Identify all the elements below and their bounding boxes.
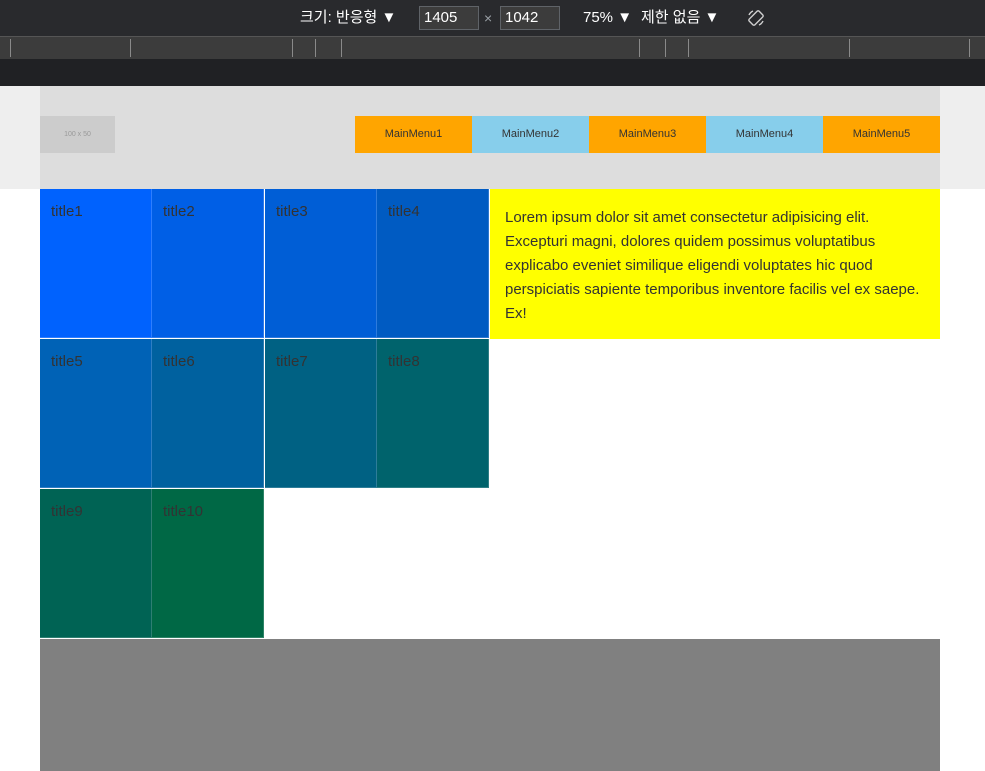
height-input[interactable] bbox=[500, 6, 560, 30]
tile[interactable]: title3 bbox=[265, 189, 377, 338]
main-menu: MainMenu1 MainMenu2 MainMenu3 MainMenu4 … bbox=[355, 116, 940, 153]
tile[interactable]: title9 bbox=[40, 489, 152, 638]
times-separator: × bbox=[484, 10, 493, 26]
menu-item[interactable]: MainMenu4 bbox=[706, 116, 823, 153]
tile[interactable]: title4 bbox=[377, 189, 489, 338]
throttle-dropdown[interactable]: 제한 없음 ▼ bbox=[641, 0, 719, 36]
menu-item[interactable]: MainMenu2 bbox=[472, 116, 589, 153]
menu-item[interactable]: MainMenu5 bbox=[823, 116, 940, 153]
site-footer bbox=[40, 639, 940, 771]
content-text-box: Lorem ipsum dolor sit amet consectetur a… bbox=[490, 189, 940, 339]
tile[interactable]: title7 bbox=[265, 339, 377, 488]
ruler-band bbox=[0, 59, 985, 86]
menu-item[interactable]: MainMenu1 bbox=[355, 116, 472, 153]
tile[interactable]: title1 bbox=[40, 189, 152, 338]
tile[interactable]: title10 bbox=[152, 489, 264, 638]
tile[interactable]: title6 bbox=[152, 339, 264, 488]
tile[interactable]: title2 bbox=[152, 189, 264, 338]
device-toolbar: 크기: 반응형 ▼ × 75% ▼ 제한 없음 ▼ bbox=[0, 0, 985, 36]
menu-item[interactable]: MainMenu3 bbox=[589, 116, 706, 153]
logo-placeholder[interactable]: 100 x 50 bbox=[40, 116, 115, 153]
tile[interactable]: title5 bbox=[40, 339, 152, 488]
media-query-ruler[interactable] bbox=[0, 36, 985, 59]
tile[interactable]: title8 bbox=[377, 339, 489, 488]
site-header: 100 x 50 MainMenu1 MainMenu2 MainMenu3 M… bbox=[40, 86, 940, 189]
rotate-icon[interactable] bbox=[747, 9, 765, 27]
zoom-dropdown[interactable]: 75% ▼ bbox=[583, 0, 632, 36]
page-viewport: 100 x 50 MainMenu1 MainMenu2 MainMenu3 M… bbox=[0, 86, 985, 771]
dimensions-dropdown[interactable]: 크기: 반응형 ▼ bbox=[300, 0, 396, 36]
width-input[interactable] bbox=[419, 6, 479, 30]
tile-grid: title1 title2 title3 title4 title5 title… bbox=[40, 189, 490, 639]
